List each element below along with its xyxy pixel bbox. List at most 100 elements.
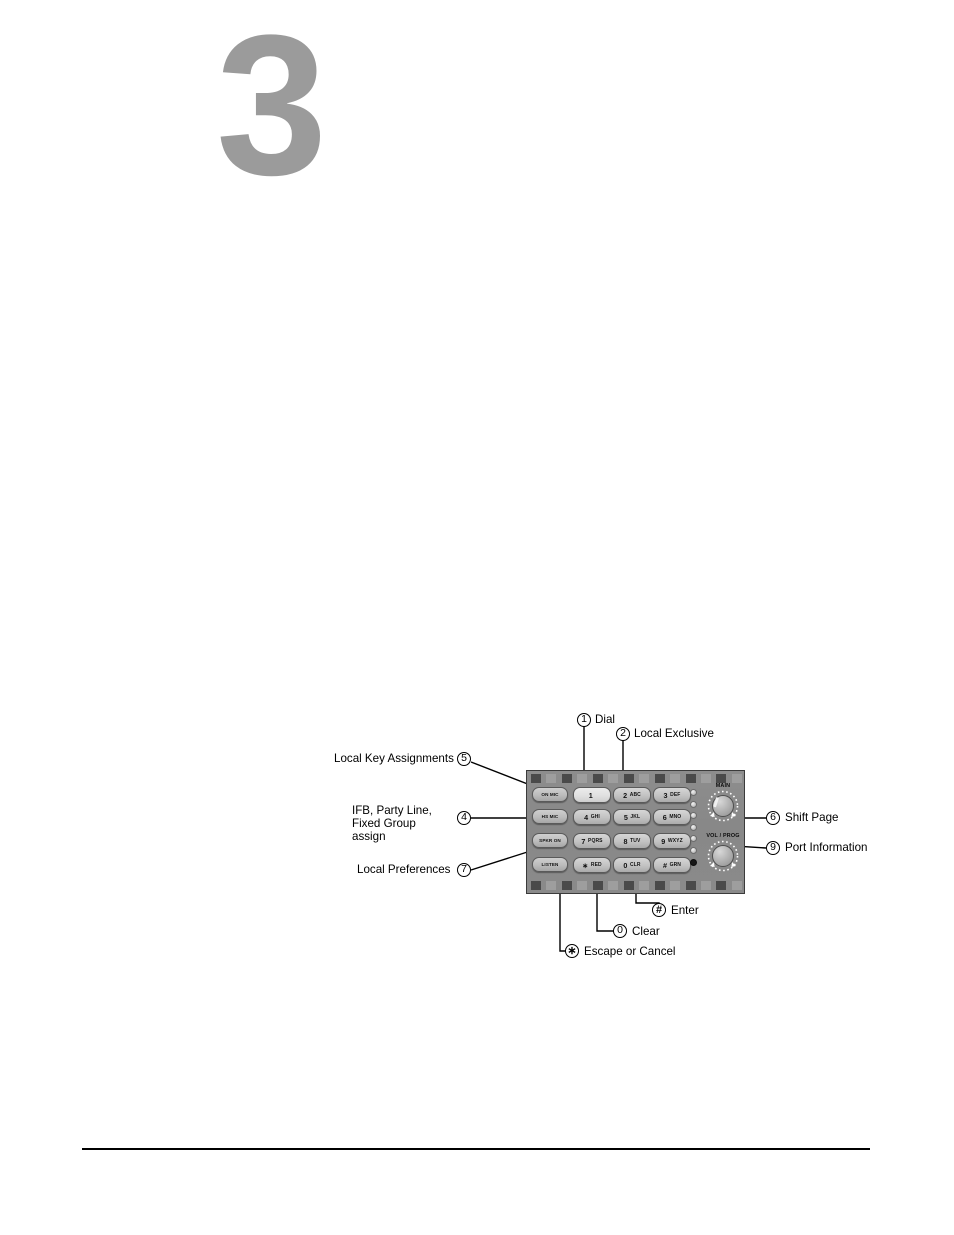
callout-label-clear: Clear (632, 925, 660, 938)
knob-cap (712, 845, 734, 867)
connector-tab (731, 881, 742, 890)
connector-tab (639, 774, 650, 783)
key-letters: DEF (670, 792, 681, 798)
connector-tab (561, 881, 572, 890)
callout-marker-0: 0 (613, 924, 627, 938)
callout-marker-hash: # (652, 903, 666, 917)
callout-label-ifb-line1: IFB, Party Line, (352, 804, 432, 817)
connector-tab (654, 774, 665, 783)
callout-marker-1: 1 (577, 713, 591, 727)
key-letters: CLR (630, 862, 641, 868)
connector-tab (716, 881, 727, 890)
key-digit: 1 (588, 790, 593, 800)
key-listen[interactable]: LISTEN (532, 857, 568, 872)
connector-tab (546, 774, 557, 783)
key-digit: 2 (623, 790, 628, 800)
chapter-number: 3 (216, 0, 327, 217)
led-indicator (690, 812, 697, 820)
key-letters: MNO (669, 814, 682, 820)
connector-tab (685, 774, 696, 783)
callout-marker-star: ∗ (565, 944, 579, 958)
connector-tab (623, 881, 634, 890)
connector-tab (670, 881, 681, 890)
key-digit: 3 (663, 790, 668, 800)
callout-marker-4: 4 (457, 811, 471, 825)
key-2[interactable]: 2 ABC (613, 787, 651, 803)
vol-prog-knob[interactable] (703, 839, 743, 875)
key-0[interactable]: 0 CLR (613, 857, 651, 873)
connector-tab (608, 881, 619, 890)
connector-tab (592, 881, 603, 890)
connector-tab (685, 881, 696, 890)
main-knob[interactable] (703, 789, 743, 825)
connector-tab (639, 881, 650, 890)
connector-tab (731, 774, 742, 783)
connector-tabs-top (531, 774, 742, 783)
callout-label-escape-or-cancel: Escape or Cancel (584, 945, 676, 958)
callout-marker-5: 5 (457, 752, 471, 766)
led-indicator-column (690, 789, 698, 866)
key-1[interactable]: 1 (573, 787, 611, 803)
indicator-dot (690, 858, 697, 866)
key-letters: JKL (630, 814, 641, 820)
knob-section: MAIN VOL / PROG (701, 783, 745, 883)
led-indicator (690, 846, 697, 854)
key-hash[interactable]: # GRN (653, 857, 691, 873)
callout-label-ifb-line2: Fixed Group assign (352, 817, 416, 843)
key-letters: GRN (669, 862, 682, 868)
callout-label-local-exclusive: Local Exclusive (634, 727, 714, 740)
callout-label-local-key-assignments: Local Key Assignments (334, 752, 454, 765)
key-digit: 6 (662, 812, 667, 822)
callout-marker-6: 6 (766, 811, 780, 825)
connector-tab (654, 881, 665, 890)
connector-tab (577, 881, 588, 890)
connector-tab (716, 774, 727, 783)
callout-label-ifb: IFB, Party Line, Fixed Group assign (352, 804, 452, 843)
led-indicator (690, 800, 697, 808)
connector-tab (561, 774, 572, 783)
key-9[interactable]: 9 WXYZ (653, 833, 691, 849)
connector-tab (531, 774, 541, 783)
key-4[interactable]: 4 GHI (573, 809, 611, 825)
key-letters: WXYZ (667, 838, 683, 844)
keypad-keys: ON MIC HS MIC SPKR ON LISTEN 1 2 ABC 3 DEF… (532, 787, 691, 879)
connector-tab (546, 881, 557, 890)
key-digit: 4 (584, 812, 589, 822)
key-3[interactable]: 3 DEF (653, 787, 691, 803)
connector-tab (608, 774, 619, 783)
key-star[interactable]: ∗ RED (573, 857, 611, 873)
callout-label-port-information: Port Information (785, 841, 868, 854)
connector-tab (700, 881, 711, 890)
key-letters: GHI (590, 814, 600, 820)
key-8[interactable]: 8 TUV (613, 833, 651, 849)
callout-label-enter: Enter (671, 904, 699, 917)
key-7[interactable]: 7 PQRS (573, 833, 611, 849)
key-hs-mic[interactable]: HS MIC (532, 809, 568, 824)
connector-tab (700, 774, 711, 783)
callout-marker-7: 7 (457, 863, 471, 877)
key-letters: ABC (629, 792, 641, 798)
key-letters: TUV (630, 838, 641, 844)
connector-tab (577, 774, 588, 783)
key-5[interactable]: 5 JKL (613, 809, 651, 825)
led-indicator (690, 789, 697, 796)
key-letters: RED (590, 862, 602, 868)
key-6[interactable]: 6 MNO (653, 809, 691, 825)
callout-label-shift-page: Shift Page (785, 811, 839, 824)
keypad-figure: ON MIC HS MIC SPKR ON LISTEN 1 2 ABC 3 DEF… (320, 700, 890, 970)
connector-tab (531, 881, 541, 890)
connector-tab (670, 774, 681, 783)
callout-label-local-preferences: Local Preferences (357, 863, 451, 876)
callout-label-dial: Dial (595, 713, 615, 726)
callout-marker-9: 9 (766, 841, 780, 855)
connector-tab (592, 774, 603, 783)
key-digit: 0 (623, 860, 628, 870)
led-indicator (690, 823, 697, 831)
key-digit: 9 (661, 836, 666, 846)
key-spkr-on[interactable]: SPKR ON (532, 833, 568, 848)
key-on-mic[interactable]: ON MIC (532, 787, 568, 802)
key-digit: 8 (623, 836, 628, 846)
footer-rule (82, 1148, 870, 1150)
key-digit: # (662, 860, 668, 870)
key-digit: 5 (623, 812, 628, 822)
